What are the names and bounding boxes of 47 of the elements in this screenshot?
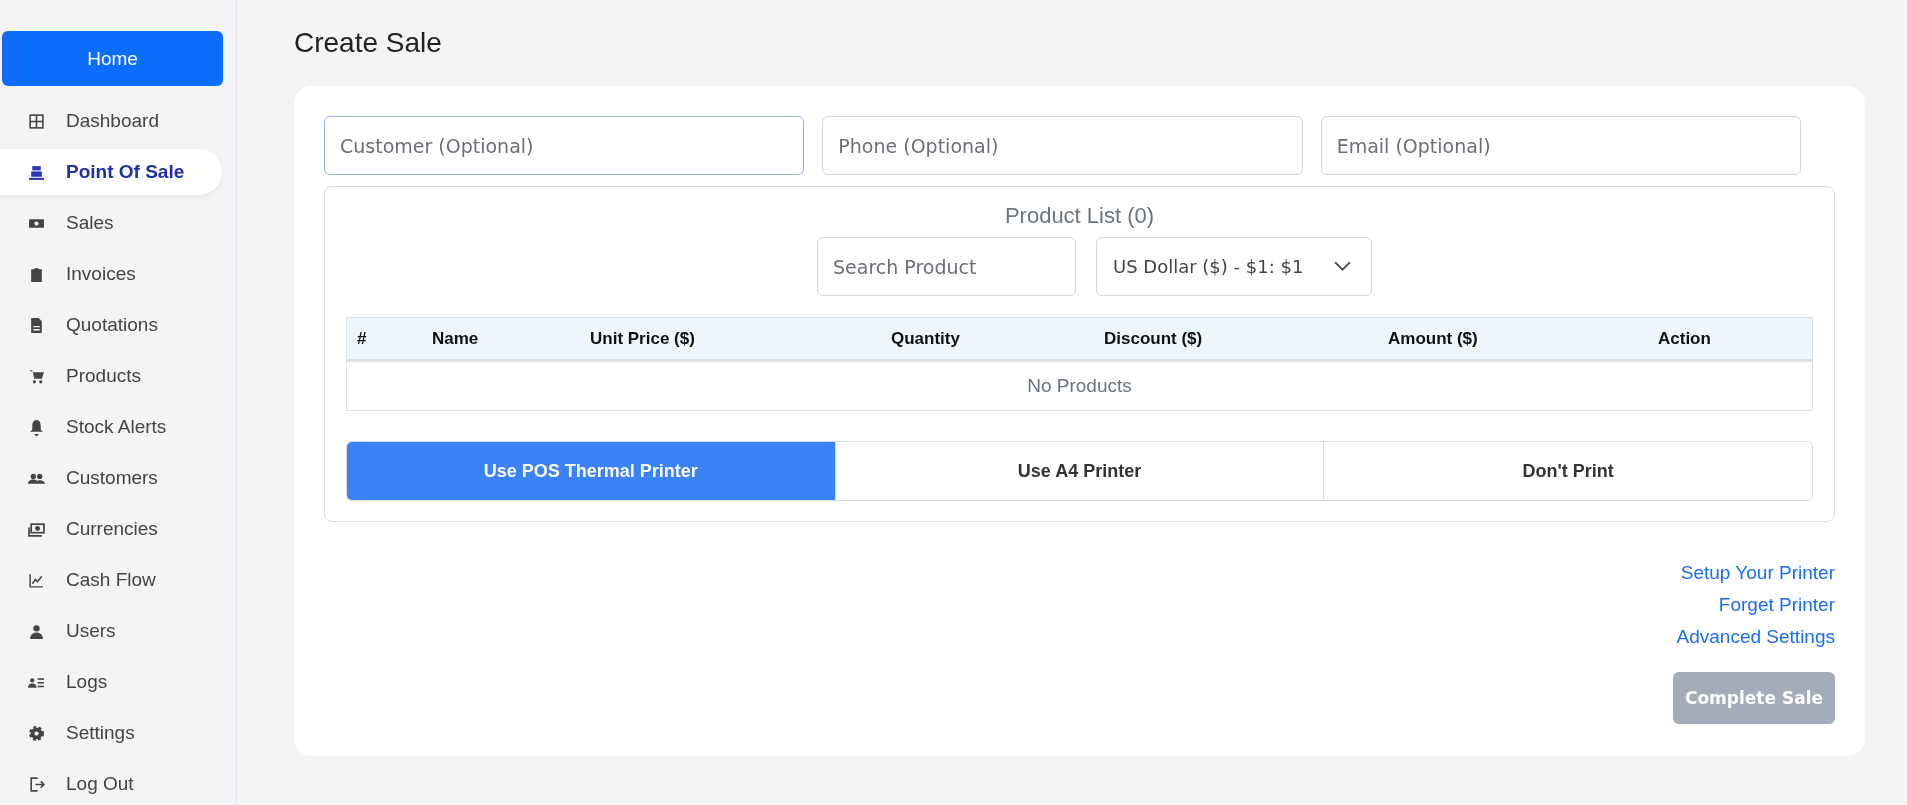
user-icon [28, 622, 45, 640]
column-header: Discount ($) [1103, 328, 1204, 349]
column-header: Amount ($) [1387, 328, 1479, 349]
chart-icon [28, 571, 45, 589]
link[interactable]: Advanced Settings [1676, 626, 1835, 648]
nav-item[interactable]: Products [0, 353, 222, 399]
link[interactable]: Forget Printer [1718, 594, 1835, 616]
chevron-down-icon [1334, 261, 1351, 272]
column-header: Action [1657, 328, 1712, 349]
currency-dropdown[interactable]: US Dollar ($) - $1: $1 [1096, 237, 1372, 296]
nav-item[interactable]: Invoices [0, 251, 222, 297]
nav-item[interactable]: Customers [0, 455, 222, 501]
cart-icon [28, 367, 45, 385]
search-field[interactable]: Search Product [817, 237, 1076, 296]
nav-item[interactable]: Point Of Sale [0, 149, 222, 195]
document-icon [28, 316, 45, 334]
product-list-title: Product List (0) [1003, 203, 1156, 229]
input-field[interactable]: Phone (Optional) [822, 116, 1303, 175]
nav-item[interactable]: Log Out [0, 761, 222, 805]
nav-item[interactable]: Cash Flow [0, 557, 222, 603]
link[interactable]: Setup Your Printer [1680, 562, 1835, 584]
settings-icon [28, 724, 45, 742]
grid-icon [28, 112, 45, 130]
nav-item[interactable]: Quotations [0, 302, 222, 348]
nav-item[interactable]: Currencies [0, 506, 222, 552]
nav-item[interactable]: Settings [0, 710, 222, 756]
print-option-button[interactable]: Don't Print [1323, 442, 1812, 500]
nav-item[interactable]: Users [0, 608, 222, 654]
bell-icon [28, 418, 45, 436]
column-header: Name [431, 328, 480, 349]
clipboard-icon [28, 265, 45, 283]
nav-item[interactable]: Dashboard [0, 98, 222, 144]
empty-message: No Products [1027, 375, 1132, 397]
money-icon [28, 520, 45, 538]
nav-item[interactable]: Sales [0, 200, 222, 246]
nav-item[interactable]: Logs [0, 659, 222, 705]
column-header: Quantity [890, 328, 961, 349]
cash-register-icon [28, 163, 45, 181]
home-button[interactable]: Home [2, 31, 223, 86]
print-option-button[interactable]: Use POS Thermal Printer [347, 442, 835, 500]
nav-item[interactable]: Stock Alerts [0, 404, 222, 450]
page-title: Create Sale [294, 27, 443, 59]
logout-icon [28, 775, 45, 793]
column-header: # [356, 328, 368, 349]
column-header: Unit Price ($) [589, 328, 696, 349]
input-field[interactable]: Email (Optional) [1320, 116, 1801, 175]
input-field[interactable]: Customer (Optional) [324, 116, 805, 175]
